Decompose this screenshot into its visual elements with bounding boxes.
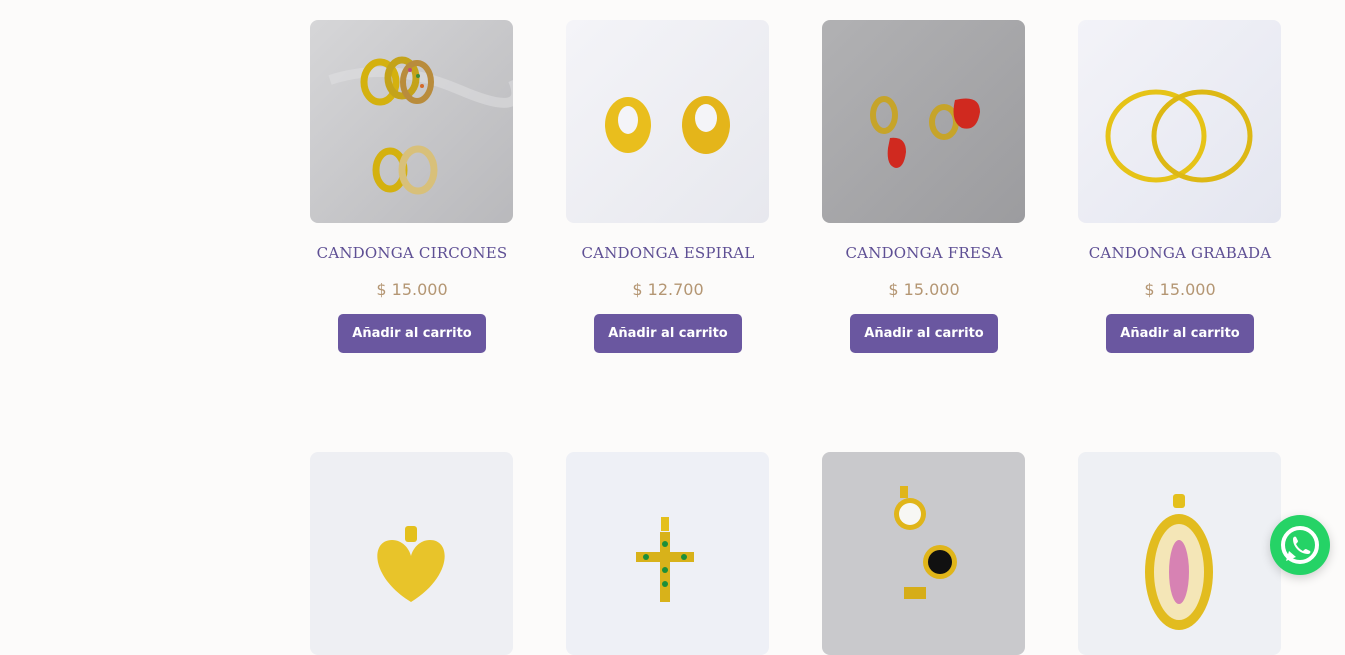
product-card [566,452,770,655]
product-image[interactable] [822,452,1025,655]
product-image[interactable] [566,452,769,655]
product-price: $ 12.700 [632,280,704,299]
product-image[interactable] [566,20,769,223]
add-to-cart-button[interactable]: Añadir al carrito [1106,314,1254,353]
product-price: $ 15.000 [376,280,448,299]
product-card: CANDONGA GRABADA $ 15.000 Añadir al carr… [1078,20,1282,353]
whatsapp-button[interactable] [1270,515,1330,575]
product-card: CANDONGA FRESA $ 15.000 Añadir al carrit… [822,20,1026,353]
add-to-cart-button[interactable]: Añadir al carrito [850,314,998,353]
product-name[interactable]: CANDONGA CIRCONES [310,243,514,263]
add-to-cart-button[interactable]: Añadir al carrito [338,314,486,353]
product-card: CANDONGA CIRCONES $ 15.000 Añadir al car… [310,20,514,353]
product-price: $ 15.000 [1144,280,1216,299]
product-card: CANDONGA ESPIRAL $ 12.700 Añadir al carr… [566,20,770,353]
add-to-cart-button[interactable]: Añadir al carrito [594,314,742,353]
whatsapp-icon [1281,526,1319,564]
product-name[interactable]: CANDONGA ESPIRAL [566,243,770,263]
product-name[interactable]: CANDONGA FRESA [822,243,1026,263]
product-image[interactable] [310,452,513,655]
product-image[interactable] [1078,20,1281,223]
product-image[interactable] [822,20,1025,223]
product-name[interactable]: CANDONGA GRABADA [1078,243,1282,263]
product-card [1078,452,1282,655]
product-price: $ 15.000 [888,280,960,299]
product-card [310,452,514,655]
product-image[interactable] [310,20,513,223]
product-card [822,452,1026,655]
product-image[interactable] [1078,452,1281,655]
